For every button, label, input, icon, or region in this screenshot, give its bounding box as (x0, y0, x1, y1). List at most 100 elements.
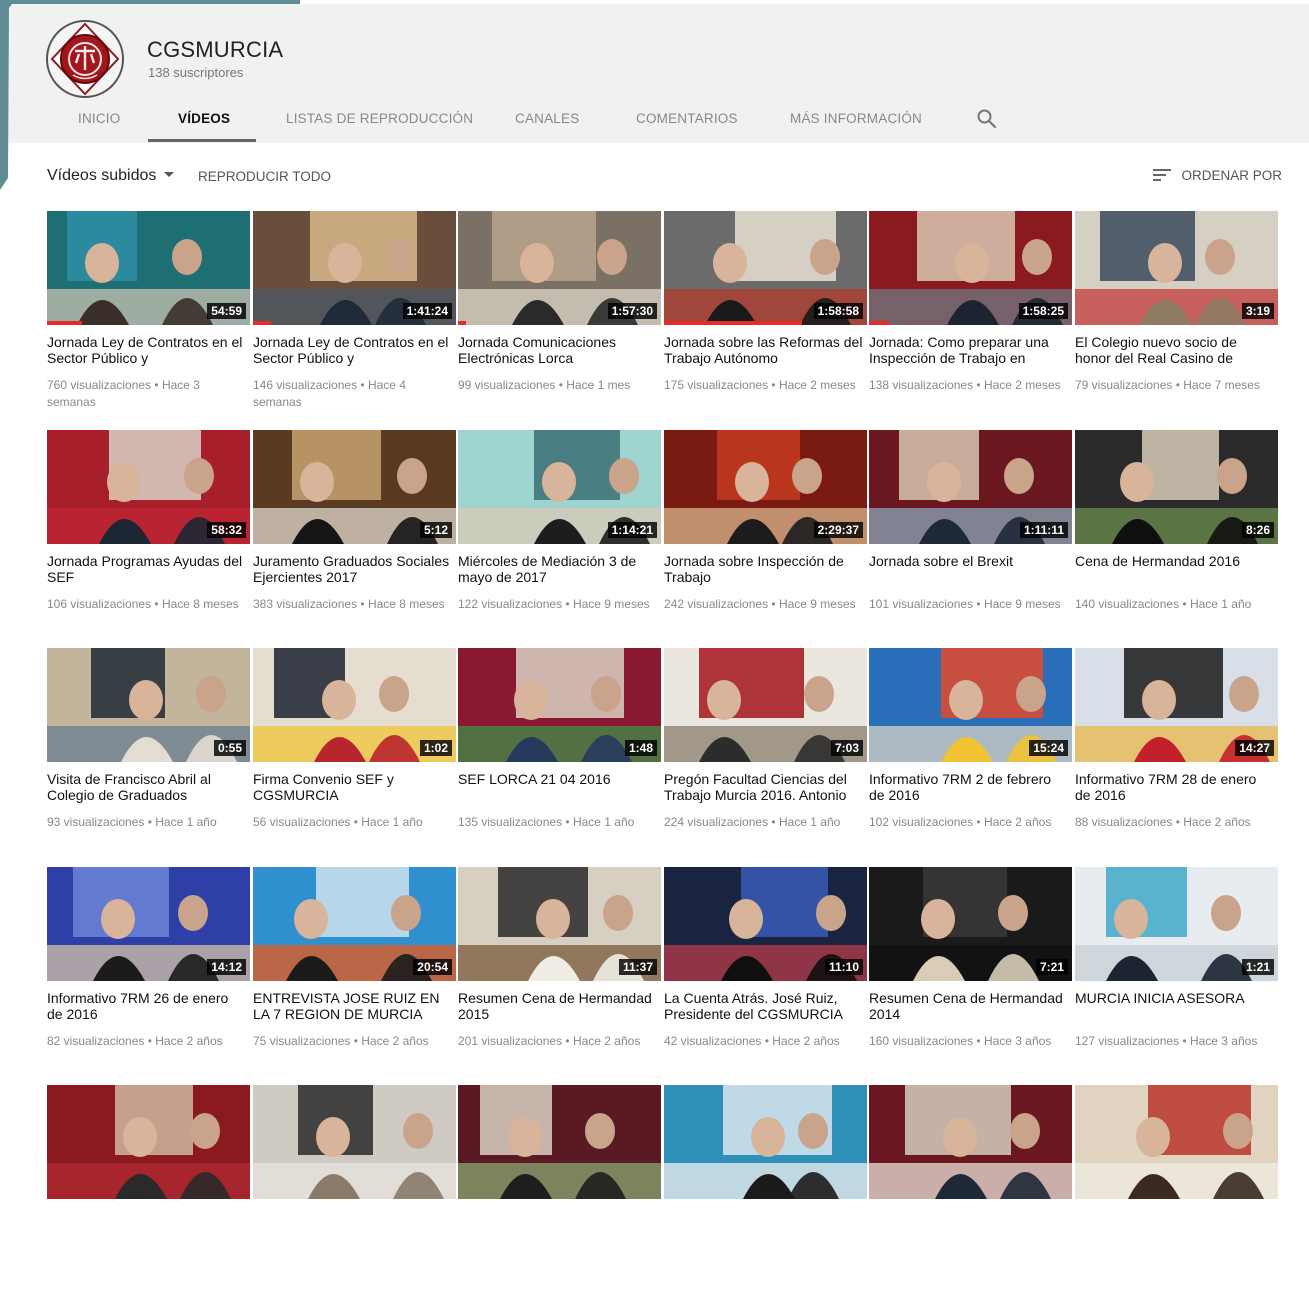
video-card[interactable]: 1:58:58 Jornada sobre las Reformas del Tr… (664, 211, 867, 421)
video-thumbnail[interactable]: 1:48 (458, 648, 661, 762)
video-title[interactable]: Jornada sobre las Reformas del Trabajo A… (664, 335, 864, 366)
video-thumbnail[interactable]: 1:02 (253, 648, 456, 762)
video-duration: 11:10 (824, 959, 863, 975)
video-title[interactable]: Jornada Ley de Contratos en el Sector Pú… (253, 335, 453, 366)
video-thumbnail[interactable]: 1:57:30 (458, 211, 661, 325)
tab-inicio[interactable]: INICIO (78, 100, 120, 143)
video-thumbnail[interactable]: 1:21 (1075, 867, 1278, 981)
video-title[interactable]: Jornada sobre Inspección de Trabajo (664, 554, 864, 585)
video-thumbnail[interactable]: 7:21 (869, 867, 1072, 981)
video-thumbnail[interactable]: 11:10 (664, 867, 867, 981)
video-thumbnail[interactable]: 1:41:24 (253, 211, 456, 325)
video-title[interactable]: Informativo 7RM 28 de enero de 2016 (1075, 772, 1275, 803)
video-title[interactable]: Jornada Ley de Contratos en el Sector Pú… (47, 335, 247, 366)
video-card[interactable]: 14:12 Informativo 7RM 26 de enero de 2016… (47, 867, 250, 1077)
tab-videos[interactable]: VÍDEOS (178, 100, 230, 143)
video-card[interactable]: 11:10 La Cuenta Atrás. José Ruiz, Preside… (664, 867, 867, 1077)
video-card[interactable]: 1:58:25 Jornada: Como preparar una Inspec… (869, 211, 1072, 421)
tab-playlists[interactable]: LISTAS DE REPRODUCCIÓN (286, 100, 473, 143)
video-card[interactable] (458, 1085, 661, 1295)
video-thumbnail[interactable] (47, 1085, 250, 1199)
video-title[interactable]: MURCIA INICIA ASESORA (1075, 991, 1275, 1007)
video-title[interactable]: La Cuenta Atrás. José Ruiz, Presidente d… (664, 991, 864, 1022)
video-card[interactable]: 0:55 Visita de Francisco Abril al Colegio… (47, 648, 250, 858)
video-thumbnail[interactable]: 8:26 (1075, 430, 1278, 544)
video-card[interactable]: 1:57:30 Jornada Comunicaciones Electrónic… (458, 211, 661, 421)
video-thumbnail[interactable]: 15:24 (869, 648, 1072, 762)
video-thumbnail[interactable]: 54:59 (47, 211, 250, 325)
video-thumbnail[interactable] (869, 1085, 1072, 1199)
video-thumbnail[interactable]: 3:19 (1075, 211, 1278, 325)
video-thumbnail[interactable]: 7:03 (664, 648, 867, 762)
video-title[interactable]: Informativo 7RM 2 de febrero de 2016 (869, 772, 1069, 803)
video-title[interactable]: El Colegio nuevo socio de honor del Real… (1075, 335, 1275, 366)
tab-channels[interactable]: CANALES (515, 100, 579, 143)
search-icon[interactable] (976, 108, 998, 130)
video-title[interactable]: Firma Convenio SEF y CGSMURCIA (253, 772, 453, 803)
video-card[interactable] (1075, 1085, 1278, 1295)
video-thumbnail[interactable]: 2:29:37 (664, 430, 867, 544)
video-thumbnail[interactable] (253, 1085, 456, 1199)
video-thumbnail[interactable]: 11:37 (458, 867, 661, 981)
video-title[interactable]: Resumen Cena de Hermandad 2015 (458, 991, 658, 1022)
video-card[interactable]: 1:02 Firma Convenio SEF y CGSMURCIA 56 vis… (253, 648, 456, 858)
video-card[interactable] (253, 1085, 456, 1295)
video-card[interactable]: 1:14:21 Miércoles de Mediación 3 de mayo … (458, 430, 661, 640)
tab-about[interactable]: MÁS INFORMACIÓN (790, 100, 922, 143)
video-thumbnail[interactable]: 1:58:58 (664, 211, 867, 325)
video-title[interactable]: Jornada: Como preparar una Inspección de… (869, 335, 1069, 366)
video-card[interactable]: 20:54 ENTREVISTA JOSE RUIZ EN LA 7 REGION… (253, 867, 456, 1077)
channel-avatar[interactable] (46, 20, 124, 98)
video-thumbnail[interactable]: 1:11:11 (869, 430, 1072, 544)
video-card[interactable]: 11:37 Resumen Cena de Hermandad 2015 201 v… (458, 867, 661, 1077)
upload-age: Hace 7 meses (1183, 378, 1260, 392)
video-card[interactable]: 1:21 MURCIA INICIA ASESORA 127 visualizaci… (1075, 867, 1278, 1077)
video-title[interactable]: Juramento Graduados Sociales Ejercientes… (253, 554, 453, 585)
video-title[interactable]: Cena de Hermandad 2016 (1075, 554, 1275, 570)
video-card[interactable]: 14:27 Informativo 7RM 28 de enero de 2016… (1075, 648, 1278, 858)
video-card[interactable]: 15:24 Informativo 7RM 2 de febrero de 201… (869, 648, 1072, 858)
play-all-button[interactable]: REPRODUCIR TODO (198, 169, 331, 184)
video-title[interactable]: Pregón Facultad Ciencias del Trabajo Mur… (664, 772, 864, 803)
video-thumbnail[interactable]: 1:58:25 (869, 211, 1072, 325)
video-thumbnail[interactable]: 58:32 (47, 430, 250, 544)
video-title[interactable]: SEF LORCA 21 04 2016 (458, 772, 658, 788)
video-card[interactable]: 7:03 Pregón Facultad Ciencias del Trabajo… (664, 648, 867, 858)
video-thumbnail[interactable]: 20:54 (253, 867, 456, 981)
video-card[interactable]: 8:26 Cena de Hermandad 2016 140 visualizac… (1075, 430, 1278, 640)
video-title[interactable]: Jornada Comunicaciones Electrónicas Lorc… (458, 335, 658, 366)
video-card[interactable]: 58:32 Jornada Programas Ayudas del SEF 106… (47, 430, 250, 640)
video-title[interactable]: Jornada sobre el Brexit (869, 554, 1069, 570)
channel-name[interactable]: CGSMURCIA (147, 37, 283, 63)
video-card[interactable] (664, 1085, 867, 1295)
video-card[interactable]: 1:41:24 Jornada Ley de Contratos en el Se… (253, 211, 456, 421)
video-card[interactable]: 1:11:11 Jornada sobre el Brexit 101 visual… (869, 430, 1072, 640)
view-count: 93 visualizaciones • (47, 815, 156, 829)
video-thumbnail[interactable] (458, 1085, 661, 1199)
video-title[interactable]: Visita de Francisco Abril al Colegio de … (47, 772, 247, 803)
video-thumbnail[interactable]: 14:12 (47, 867, 250, 981)
video-thumbnail[interactable]: 14:27 (1075, 648, 1278, 762)
video-title[interactable]: Informativo 7RM 26 de enero de 2016 (47, 991, 247, 1022)
video-thumbnail[interactable]: 1:14:21 (458, 430, 661, 544)
video-card[interactable] (869, 1085, 1072, 1295)
video-title[interactable]: Jornada Programas Ayudas del SEF (47, 554, 247, 585)
video-thumbnail[interactable] (1075, 1085, 1278, 1199)
video-card[interactable] (47, 1085, 250, 1295)
uploads-dropdown[interactable]: Vídeos subidos (47, 167, 175, 185)
view-count: 138 visualizaciones • (869, 378, 984, 392)
video-card[interactable]: 2:29:37 Jornada sobre Inspección de Traba… (664, 430, 867, 640)
video-card[interactable]: 7:21 Resumen Cena de Hermandad 2014 160 vi… (869, 867, 1072, 1077)
video-title[interactable]: ENTREVISTA JOSE RUIZ EN LA 7 REGION DE M… (253, 991, 453, 1022)
video-card[interactable]: 1:48 SEF LORCA 21 04 2016 135 visualizacio… (458, 648, 661, 858)
video-thumbnail[interactable]: 5:12 (253, 430, 456, 544)
video-thumbnail[interactable] (664, 1085, 867, 1199)
video-title[interactable]: Miércoles de Mediación 3 de mayo de 2017 (458, 554, 658, 585)
tab-comments[interactable]: COMENTARIOS (636, 100, 738, 143)
sort-button[interactable]: ORDENAR POR (1153, 168, 1282, 183)
video-title[interactable]: Resumen Cena de Hermandad 2014 (869, 991, 1069, 1022)
video-card[interactable]: 5:12 Juramento Graduados Sociales Ejercie… (253, 430, 456, 640)
video-card[interactable]: 54:59 Jornada Ley de Contratos en el Sect… (47, 211, 250, 421)
video-thumbnail[interactable]: 0:55 (47, 648, 250, 762)
video-card[interactable]: 3:19 El Colegio nuevo socio de honor del … (1075, 211, 1278, 421)
